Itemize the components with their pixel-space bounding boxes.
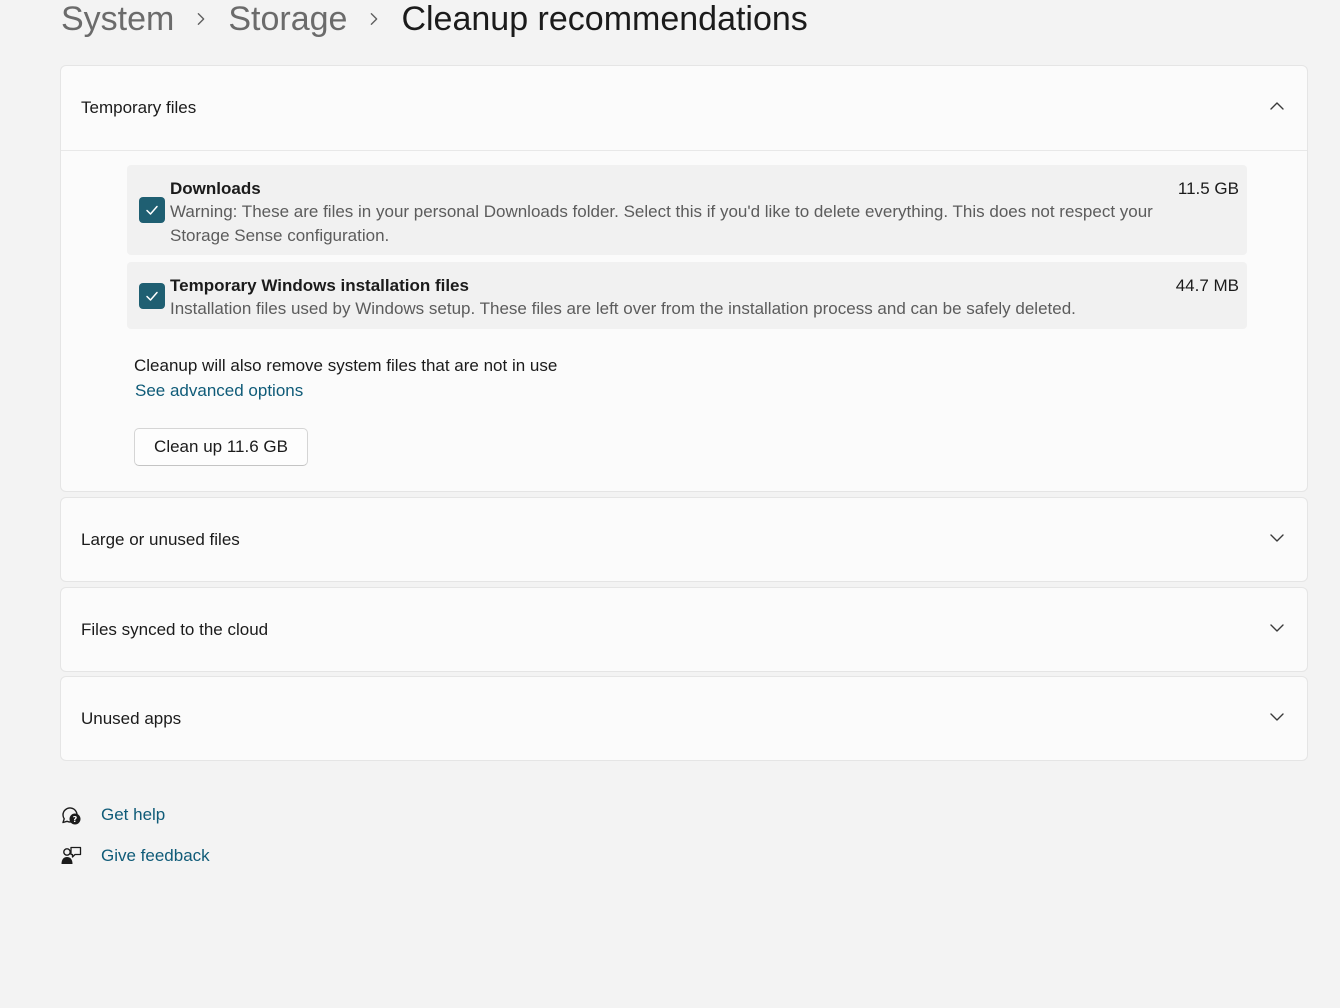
cloud-synced-files-section[interactable]: Files synced to the cloud — [60, 587, 1308, 672]
section-title: Unused apps — [81, 709, 182, 728]
list-item-downloads[interactable]: Downloads 11.5 GB Warning: These are fil… — [127, 165, 1247, 255]
give-feedback-link[interactable]: Give feedback — [60, 843, 210, 869]
breadcrumb-system[interactable]: System — [61, 0, 174, 39]
get-help-label[interactable]: Get help — [101, 805, 165, 825]
large-unused-files-header[interactable]: Large or unused files — [61, 498, 1307, 582]
cleanup-recommendations-page: System Storage Cleanup recommendations T… — [0, 0, 1340, 1008]
item-title: Downloads — [170, 179, 261, 198]
item-title: Temporary Windows installation files — [170, 276, 469, 295]
item-description: Installation files used by Windows setup… — [170, 299, 1076, 318]
downloads-checkbox[interactable] — [139, 197, 165, 223]
section-title: Large or unused files — [81, 530, 240, 549]
item-size: 11.5 GB — [1177, 179, 1239, 198]
svg-text:?: ? — [73, 815, 78, 824]
cloud-synced-files-header[interactable]: Files synced to the cloud — [61, 588, 1307, 672]
divider — [61, 150, 1307, 151]
section-title: Temporary files — [81, 98, 197, 117]
help-chat-icon: ? — [60, 804, 82, 826]
temporary-files-section: Temporary files Downloads 11.5 GB Warnin… — [60, 65, 1308, 492]
feedback-person-icon — [60, 845, 82, 867]
breadcrumb: System Storage Cleanup recommendations — [61, 0, 808, 44]
unused-apps-header[interactable]: Unused apps — [61, 677, 1307, 761]
page-title: Cleanup recommendations — [401, 0, 808, 38]
see-advanced-options-link[interactable]: See advanced options — [135, 381, 303, 401]
unused-apps-section[interactable]: Unused apps — [60, 676, 1308, 761]
give-feedback-label[interactable]: Give feedback — [101, 846, 210, 866]
item-size: 44.7 MB — [1175, 276, 1239, 295]
section-title: Files synced to the cloud — [81, 620, 269, 639]
temporary-files-header[interactable]: Temporary files — [61, 66, 1307, 150]
chevron-down-icon[interactable] — [1269, 530, 1285, 546]
item-description-line2: Storage Sense configuration. — [170, 226, 390, 245]
chevron-right-icon — [174, 12, 228, 26]
chevron-down-icon[interactable] — [1269, 620, 1285, 636]
get-help-link[interactable]: ? Get help — [60, 802, 165, 828]
list-item-temp-windows-install[interactable]: Temporary Windows installation files 44.… — [127, 262, 1247, 329]
temp-windows-install-checkbox[interactable] — [139, 283, 165, 309]
chevron-down-icon[interactable] — [1269, 709, 1285, 725]
item-description-line1: Warning: These are files in your persona… — [170, 202, 1153, 221]
chevron-right-icon — [347, 12, 401, 26]
large-unused-files-section[interactable]: Large or unused files — [60, 497, 1308, 582]
clean-up-button[interactable]: Clean up 11.6 GB — [134, 428, 308, 466]
cleanup-note: Cleanup will also remove system files th… — [134, 356, 558, 375]
checkmark-icon — [146, 291, 158, 301]
chevron-up-icon[interactable] — [1269, 98, 1285, 114]
checkmark-icon — [146, 205, 158, 215]
breadcrumb-storage[interactable]: Storage — [228, 0, 347, 39]
